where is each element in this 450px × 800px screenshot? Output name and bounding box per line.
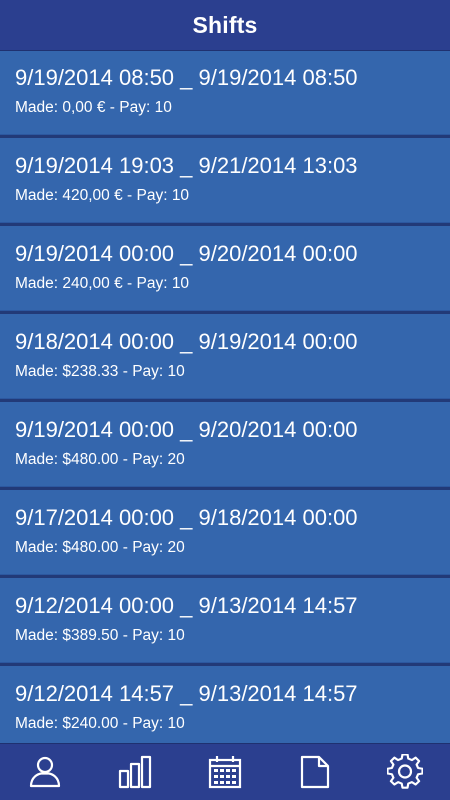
gear-icon — [387, 754, 423, 789]
shift-row[interactable]: 9/19/2014 00:00 _ 9/20/2014 00:00 Made: … — [0, 226, 450, 311]
calendar-icon — [208, 756, 242, 789]
shift-earnings: Made: $240.00 - Pay: 10 — [15, 715, 185, 732]
shift-date-range: 9/19/2014 08:50 _ 9/19/2014 08:50 — [15, 65, 358, 90]
shift-date-range: 9/17/2014 00:00 _ 9/18/2014 00:00 — [15, 505, 358, 530]
shift-row[interactable]: 9/12/2014 00:00 _ 9/13/2014 14:57 Made: … — [0, 578, 450, 663]
shift-row[interactable]: 9/12/2014 14:57 _ 9/13/2014 14:57 Made: … — [0, 666, 450, 744]
user-icon — [29, 756, 61, 788]
tab-calendar[interactable] — [180, 744, 270, 800]
shift-date-range: 9/12/2014 14:57 _ 9/13/2014 14:57 — [15, 681, 358, 706]
shift-date-range: 9/19/2014 00:00 _ 9/20/2014 00:00 — [15, 417, 358, 442]
shift-earnings: Made: 0,00 € - Pay: 10 — [15, 99, 172, 116]
shift-row[interactable]: 9/19/2014 08:50 _ 9/19/2014 08:50 Made: … — [0, 50, 450, 135]
page-title: Shifts — [192, 11, 258, 38]
shift-earnings: Made: $238.33 - Pay: 10 — [15, 363, 185, 380]
tab-profile[interactable] — [0, 744, 90, 800]
shift-row[interactable]: 9/17/2014 00:00 _ 9/18/2014 00:00 Made: … — [0, 490, 450, 575]
shift-date-range: 9/19/2014 19:03 _ 9/21/2014 13:03 — [15, 153, 358, 178]
app-header: Shifts — [0, 0, 450, 50]
shift-earnings: Made: $480.00 - Pay: 20 — [15, 451, 185, 468]
shift-date-range: 9/18/2014 00:00 _ 9/19/2014 00:00 — [15, 329, 358, 354]
bar-chart-icon — [118, 755, 152, 789]
shift-date-range: 9/12/2014 00:00 _ 9/13/2014 14:57 — [15, 593, 358, 618]
tab-settings[interactable] — [360, 744, 450, 800]
tab-statistics[interactable] — [90, 744, 180, 800]
shift-row[interactable]: 9/18/2014 00:00 _ 9/19/2014 00:00 Made: … — [0, 314, 450, 399]
shift-row[interactable]: 9/19/2014 00:00 _ 9/20/2014 00:00 Made: … — [0, 402, 450, 487]
shift-list[interactable]: 9/19/2014 08:50 _ 9/19/2014 08:50 Made: … — [0, 50, 450, 744]
shift-date-range: 9/19/2014 00:00 _ 9/20/2014 00:00 — [15, 241, 358, 266]
shift-row[interactable]: 9/19/2014 19:03 _ 9/21/2014 13:03 Made: … — [0, 138, 450, 223]
shift-earnings: Made: $480.00 - Pay: 20 — [15, 539, 185, 556]
shift-earnings: Made: $389.50 - Pay: 10 — [15, 627, 185, 644]
shift-earnings: Made: 240,00 € - Pay: 10 — [15, 275, 190, 292]
shift-earnings: Made: 420,00 € - Pay: 10 — [15, 187, 190, 204]
tab-reports[interactable] — [270, 744, 360, 800]
document-icon — [300, 755, 330, 789]
app-screen: Shifts 9/19/2014 08:50 _ 9/19/2014 08:50… — [0, 0, 450, 800]
bottom-tab-bar — [0, 743, 450, 800]
